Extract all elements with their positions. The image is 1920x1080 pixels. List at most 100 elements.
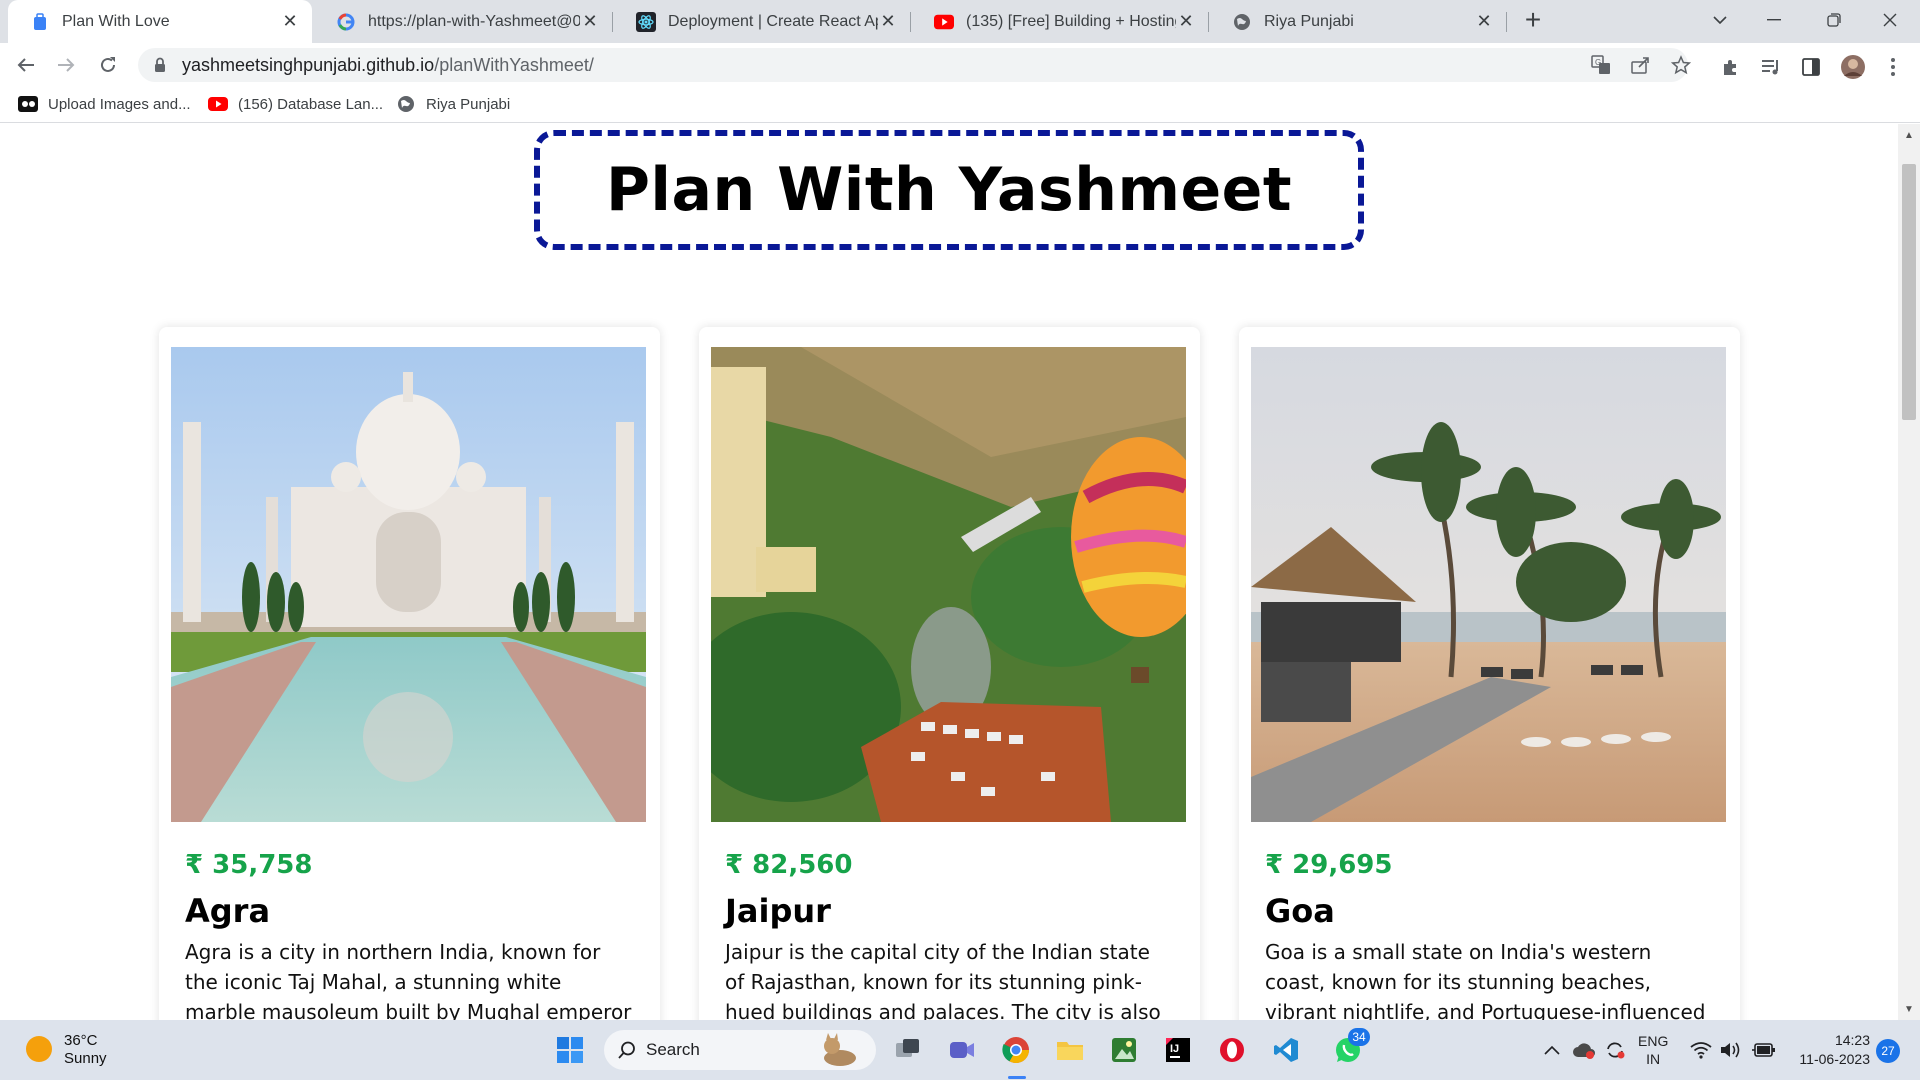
- profile-avatar[interactable]: [1838, 52, 1868, 82]
- sync-icon[interactable]: [1604, 1020, 1626, 1080]
- tour-card-goa: ₹ 29,695 Goa Goa is a small state on Ind…: [1239, 327, 1740, 1020]
- bookmarks-bar: Upload Images and... (156) Database Lan.…: [0, 87, 1920, 123]
- weather-condition: Sunny: [64, 1050, 107, 1067]
- tab-search-chevron-icon[interactable]: [1692, 0, 1748, 40]
- tab-separator: [1208, 12, 1209, 32]
- onedrive-cloud-icon[interactable]: [1572, 1020, 1596, 1080]
- tour-description: Agra is a city in northern India, known …: [185, 940, 632, 1020]
- tray-chevron-icon[interactable]: [1544, 1020, 1560, 1080]
- language-indicator[interactable]: ENG IN: [1638, 1020, 1668, 1080]
- close-window-button[interactable]: [1862, 0, 1918, 40]
- tour-price: ₹ 35,758: [185, 850, 313, 880]
- back-button[interactable]: [10, 49, 42, 81]
- bookmark-upload-images[interactable]: Upload Images and...: [18, 95, 191, 113]
- notification-count-badge[interactable]: 27: [1876, 1039, 1900, 1063]
- tour-description: Jaipur is the capital city of the Indian…: [725, 940, 1161, 1020]
- volume-icon[interactable]: [1720, 1020, 1742, 1080]
- tab-separator: [612, 12, 613, 32]
- file-explorer-icon[interactable]: [1050, 1030, 1090, 1070]
- tour-image-goa: [1251, 347, 1726, 822]
- globe-icon: [1232, 12, 1252, 32]
- whatsapp-badge: 34: [1348, 1028, 1370, 1046]
- tab-title: Riya Punjabi: [1264, 12, 1354, 30]
- translate-icon[interactable]: G: [1588, 52, 1614, 78]
- tab-youtube-video[interactable]: (135) [Free] Building + Hosting React ✕: [912, 0, 1208, 43]
- youtube-icon: [934, 12, 954, 32]
- taskbar-search[interactable]: Search: [604, 1030, 876, 1070]
- media-queue-icon[interactable]: [1756, 52, 1786, 82]
- restore-button[interactable]: [1806, 0, 1862, 40]
- bookmark-riya-punjabi[interactable]: Riya Punjabi: [396, 95, 510, 113]
- tab-plan-with-yashmeet-url[interactable]: https://plan-with-Yashmeet@0.1.0 ✕: [314, 0, 612, 43]
- side-panel-icon[interactable]: [1796, 52, 1826, 82]
- page-title-box: Plan With Yashmeet: [534, 130, 1364, 250]
- weather-temp: 36°C: [64, 1032, 98, 1049]
- tour-price: ₹ 82,560: [725, 850, 853, 880]
- new-tab-button[interactable]: +: [1518, 6, 1548, 36]
- tab-separator: [910, 12, 911, 32]
- close-tab-icon[interactable]: ✕: [280, 11, 300, 32]
- scroll-thumb[interactable]: [1902, 164, 1916, 420]
- suitcase-icon: [30, 12, 50, 32]
- tour-city: Jaipur: [725, 892, 831, 930]
- photos-app-icon[interactable]: [1104, 1030, 1144, 1070]
- intellij-icon[interactable]: IJ: [1158, 1030, 1198, 1070]
- minimize-button[interactable]: [1746, 0, 1802, 40]
- forward-button[interactable]: [50, 49, 82, 81]
- tour-card-jaipur: ₹ 82,560 Jaipur Jaipur is the capital ci…: [699, 327, 1200, 1020]
- search-icon: [618, 1041, 636, 1059]
- tour-description: Goa is a small state on India's western …: [1265, 940, 1706, 1020]
- active-app-indicator: [1008, 1076, 1026, 1079]
- task-view-icon[interactable]: [888, 1030, 928, 1070]
- lang-bottom: IN: [1646, 1051, 1661, 1067]
- google-icon: [336, 12, 356, 32]
- close-tab-icon[interactable]: ✕: [580, 11, 600, 32]
- tour-city: Agra: [185, 892, 271, 930]
- tab-title: https://plan-with-Yashmeet@0.1.0: [368, 12, 580, 30]
- share-icon[interactable]: [1628, 52, 1654, 78]
- clock[interactable]: 14:23 11-06-2023: [1786, 1020, 1870, 1080]
- battery-icon[interactable]: [1752, 1020, 1776, 1080]
- url-text: yashmeetsinghpunjabi.github.io/planWithY…: [182, 55, 594, 76]
- search-label: Search: [646, 1040, 700, 1059]
- windows-start-icon[interactable]: [550, 1030, 590, 1070]
- tab-title: Deployment | Create React App: [668, 12, 878, 30]
- scroll-down-arrow-icon[interactable]: ▼: [1903, 1004, 1915, 1016]
- close-tab-icon[interactable]: ✕: [878, 11, 898, 32]
- svg-text:IJ: IJ: [1170, 1043, 1179, 1055]
- browser-toolbar: yashmeetsinghpunjabi.github.io/planWithY…: [0, 43, 1920, 87]
- clock-time: 14:23: [1834, 1032, 1870, 1048]
- meet-video-icon[interactable]: [942, 1030, 982, 1070]
- extensions-puzzle-icon[interactable]: [1716, 52, 1746, 82]
- bookmark-star-icon[interactable]: [1668, 52, 1694, 78]
- bookmark-label: Upload Images and...: [48, 95, 191, 113]
- reload-button[interactable]: [92, 49, 124, 81]
- bookmark-label: Riya Punjabi: [426, 95, 511, 113]
- wifi-icon[interactable]: [1690, 1020, 1712, 1080]
- weather-widget[interactable]: 36°C Sunny: [64, 1032, 107, 1068]
- sun-icon[interactable]: [24, 1034, 54, 1064]
- cat-illustration-icon: [818, 1032, 862, 1073]
- vscode-icon[interactable]: [1266, 1030, 1306, 1070]
- scroll-up-arrow-icon[interactable]: ▲: [1903, 130, 1915, 142]
- tour-image-agra: [171, 347, 646, 822]
- lock-icon[interactable]: [154, 57, 168, 73]
- tab-title: (135) [Free] Building + Hosting React: [966, 12, 1176, 30]
- tab-deployment-cra[interactable]: Deployment | Create React App ✕: [614, 0, 910, 43]
- address-bar[interactable]: yashmeetsinghpunjabi.github.io/planWithY…: [138, 48, 1688, 82]
- bookmark-database-lan[interactable]: (156) Database Lan...: [208, 95, 383, 113]
- tour-city: Goa: [1265, 892, 1335, 930]
- tab-plan-with-love[interactable]: Plan With Love ✕: [8, 0, 312, 43]
- tour-price: ₹ 29,695: [1265, 850, 1393, 880]
- close-tab-icon[interactable]: ✕: [1474, 11, 1494, 32]
- page-scrollbar[interactable]: ▲ ▼: [1898, 124, 1920, 1020]
- tab-separator: [1506, 12, 1507, 32]
- clock-date: 11-06-2023: [1799, 1051, 1870, 1067]
- chrome-menu-icon[interactable]: [1878, 52, 1908, 82]
- url-host: yashmeetsinghpunjabi.github.io: [182, 54, 435, 75]
- tab-title: Plan With Love: [62, 12, 170, 30]
- close-tab-icon[interactable]: ✕: [1176, 11, 1196, 32]
- tab-riya-punjabi[interactable]: Riya Punjabi ✕: [1210, 0, 1506, 43]
- chrome-app-icon[interactable]: [996, 1030, 1036, 1070]
- opera-icon[interactable]: [1212, 1030, 1252, 1070]
